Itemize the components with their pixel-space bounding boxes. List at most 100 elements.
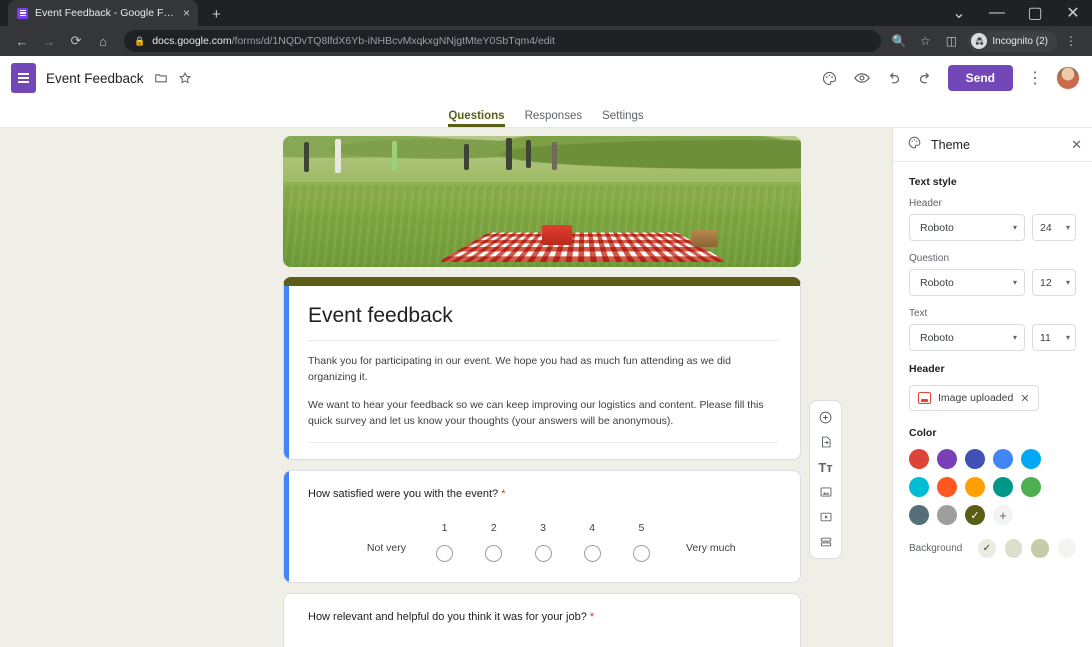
color-swatches: ✓ + (909, 449, 1045, 525)
background-swatch-selected[interactable]: ✓ (977, 539, 996, 558)
add-image-icon[interactable] (813, 481, 839, 503)
add-title-icon[interactable]: Tт (813, 456, 839, 478)
text-font-select[interactable]: Roboto ▾ (909, 324, 1025, 351)
chevron-down-icon[interactable]: ⌄ (940, 0, 978, 26)
minimize-icon[interactable]: — (978, 0, 1016, 26)
forms-icon (17, 7, 28, 19)
question-card-2[interactable]: How relevant and helpful do you think it… (283, 593, 801, 647)
browser-menu-icon[interactable]: ⋮ (1059, 29, 1083, 53)
header-size-select[interactable]: 24 ▾ (1032, 214, 1076, 241)
radio-option[interactable] (583, 545, 601, 563)
scale-radio-cell[interactable] (518, 534, 567, 563)
tab-settings[interactable]: Settings (602, 110, 644, 127)
remove-image-icon[interactable]: ✕ (1020, 392, 1029, 405)
tab-responses[interactable]: Responses (525, 110, 583, 127)
add-section-icon[interactable] (813, 531, 839, 553)
scale-radio-cell[interactable] (617, 534, 666, 563)
color-swatch[interactable] (993, 449, 1013, 469)
radio-option[interactable] (632, 545, 650, 563)
browser-tab[interactable]: Event Feedback - Google Forms × (8, 0, 198, 26)
address-bar[interactable]: 🔒 docs.google.com/forms/d/1NQDvTQ8lfdX6Y… (124, 30, 882, 52)
more-options-icon[interactable]: ⋮ (1021, 64, 1049, 92)
color-swatch[interactable] (965, 477, 985, 497)
color-swatch[interactable] (993, 477, 1013, 497)
background-swatch[interactable] (1004, 539, 1023, 558)
undo-icon[interactable] (880, 64, 908, 92)
star-outline-icon[interactable] (178, 71, 192, 85)
color-swatch[interactable] (937, 449, 957, 469)
folder-icon[interactable] (154, 71, 168, 85)
home-icon[interactable]: ⌂ (90, 28, 116, 54)
incognito-profile-button[interactable]: Incognito (2) (968, 30, 1057, 52)
chevron-down-icon: ▾ (1012, 223, 1017, 232)
color-swatch[interactable] (1021, 477, 1041, 497)
add-video-icon[interactable] (813, 506, 839, 528)
close-icon[interactable]: ✕ (1071, 137, 1082, 153)
form-description-2[interactable]: We want to hear your feedback so we can … (308, 397, 778, 430)
scale-radio-cell[interactable] (469, 534, 518, 563)
header-font-select[interactable]: Roboto ▾ (909, 214, 1025, 241)
question-title-text: How relevant and helpful do you think it… (308, 611, 587, 624)
image-chip-label: Image uploaded (938, 392, 1014, 404)
tab-questions[interactable]: Questions (448, 110, 504, 127)
color-swatch[interactable] (909, 449, 929, 469)
color-swatch[interactable] (909, 505, 929, 525)
forward-icon[interactable]: → (36, 28, 62, 54)
header-actions: Send ⋮ (816, 64, 1080, 92)
scale-number-cell: 3 (518, 522, 567, 534)
document-title[interactable]: Event Feedback (46, 71, 144, 86)
page-title[interactable]: Event feedback (308, 304, 778, 328)
color-swatch[interactable] (937, 477, 957, 497)
question-size-select[interactable]: 12 ▾ (1032, 269, 1076, 296)
maximize-icon[interactable]: ▢ (1016, 0, 1054, 26)
close-window-icon[interactable]: ✕ (1054, 0, 1092, 26)
side-panel-icon[interactable]: ◫ (939, 29, 963, 53)
color-swatch[interactable] (965, 449, 985, 469)
radio-option[interactable] (436, 545, 454, 563)
banner-picnic-blanket (438, 232, 729, 262)
scale-number-cell: 4 (568, 522, 617, 534)
form-content: Event feedback Thank you for participati… (283, 136, 801, 647)
question-title: How satisfied were you with the event? * (308, 488, 778, 500)
back-icon[interactable]: ← (9, 28, 35, 54)
import-questions-icon[interactable] (813, 431, 839, 453)
color-swatch[interactable] (937, 505, 957, 525)
chevron-down-icon: ▾ (1065, 223, 1070, 232)
star-icon[interactable]: ☆ (913, 29, 937, 53)
background-swatch[interactable] (1031, 539, 1050, 558)
text-size-select[interactable]: 11 ▾ (1032, 324, 1076, 351)
tab-strip: Event Feedback - Google Forms × + ⌄ — ▢ … (0, 0, 1092, 26)
add-question-icon[interactable] (813, 406, 839, 428)
avatar[interactable] (1056, 66, 1080, 90)
incognito-label: Incognito (2) (992, 35, 1048, 47)
send-button[interactable]: Send (947, 65, 1013, 91)
color-swatch-selected[interactable]: ✓ (965, 505, 985, 525)
header-banner-image[interactable] (283, 136, 801, 267)
scale-radio-cell[interactable] (420, 534, 469, 563)
color-swatch[interactable] (909, 477, 929, 497)
scale-radio-cell[interactable] (568, 534, 617, 563)
chevron-down-icon: ▾ (1065, 333, 1070, 342)
header-size-value: 24 (1040, 221, 1052, 234)
chevron-down-icon: ▾ (1012, 278, 1017, 287)
search-icon[interactable]: 🔍 (887, 29, 911, 53)
reload-icon[interactable]: ⟳ (63, 28, 89, 54)
radio-option[interactable] (485, 545, 503, 563)
question-font-select[interactable]: Roboto ▾ (909, 269, 1025, 296)
background-label: Background (909, 543, 963, 554)
color-swatch[interactable] (1021, 449, 1041, 469)
radio-option[interactable] (534, 545, 552, 563)
image-uploaded-chip[interactable]: Image uploaded ✕ (909, 385, 1039, 411)
background-swatch[interactable] (1058, 539, 1077, 558)
add-custom-color-button[interactable]: + (993, 505, 1013, 525)
scale-low-label: Not very (366, 542, 406, 555)
close-tab-icon[interactable]: × (183, 7, 190, 19)
form-description-1[interactable]: Thank you for participating in our event… (308, 353, 778, 386)
eye-icon[interactable] (848, 64, 876, 92)
question-card-1[interactable]: How satisfied were you with the event? *… (283, 470, 801, 584)
palette-icon[interactable] (816, 64, 844, 92)
question-title-text: How satisfied were you with the event? (308, 488, 499, 501)
form-title-card[interactable]: Event feedback Thank you for participati… (283, 277, 801, 461)
new-tab-button[interactable]: + (212, 7, 221, 22)
redo-icon[interactable] (912, 64, 940, 92)
